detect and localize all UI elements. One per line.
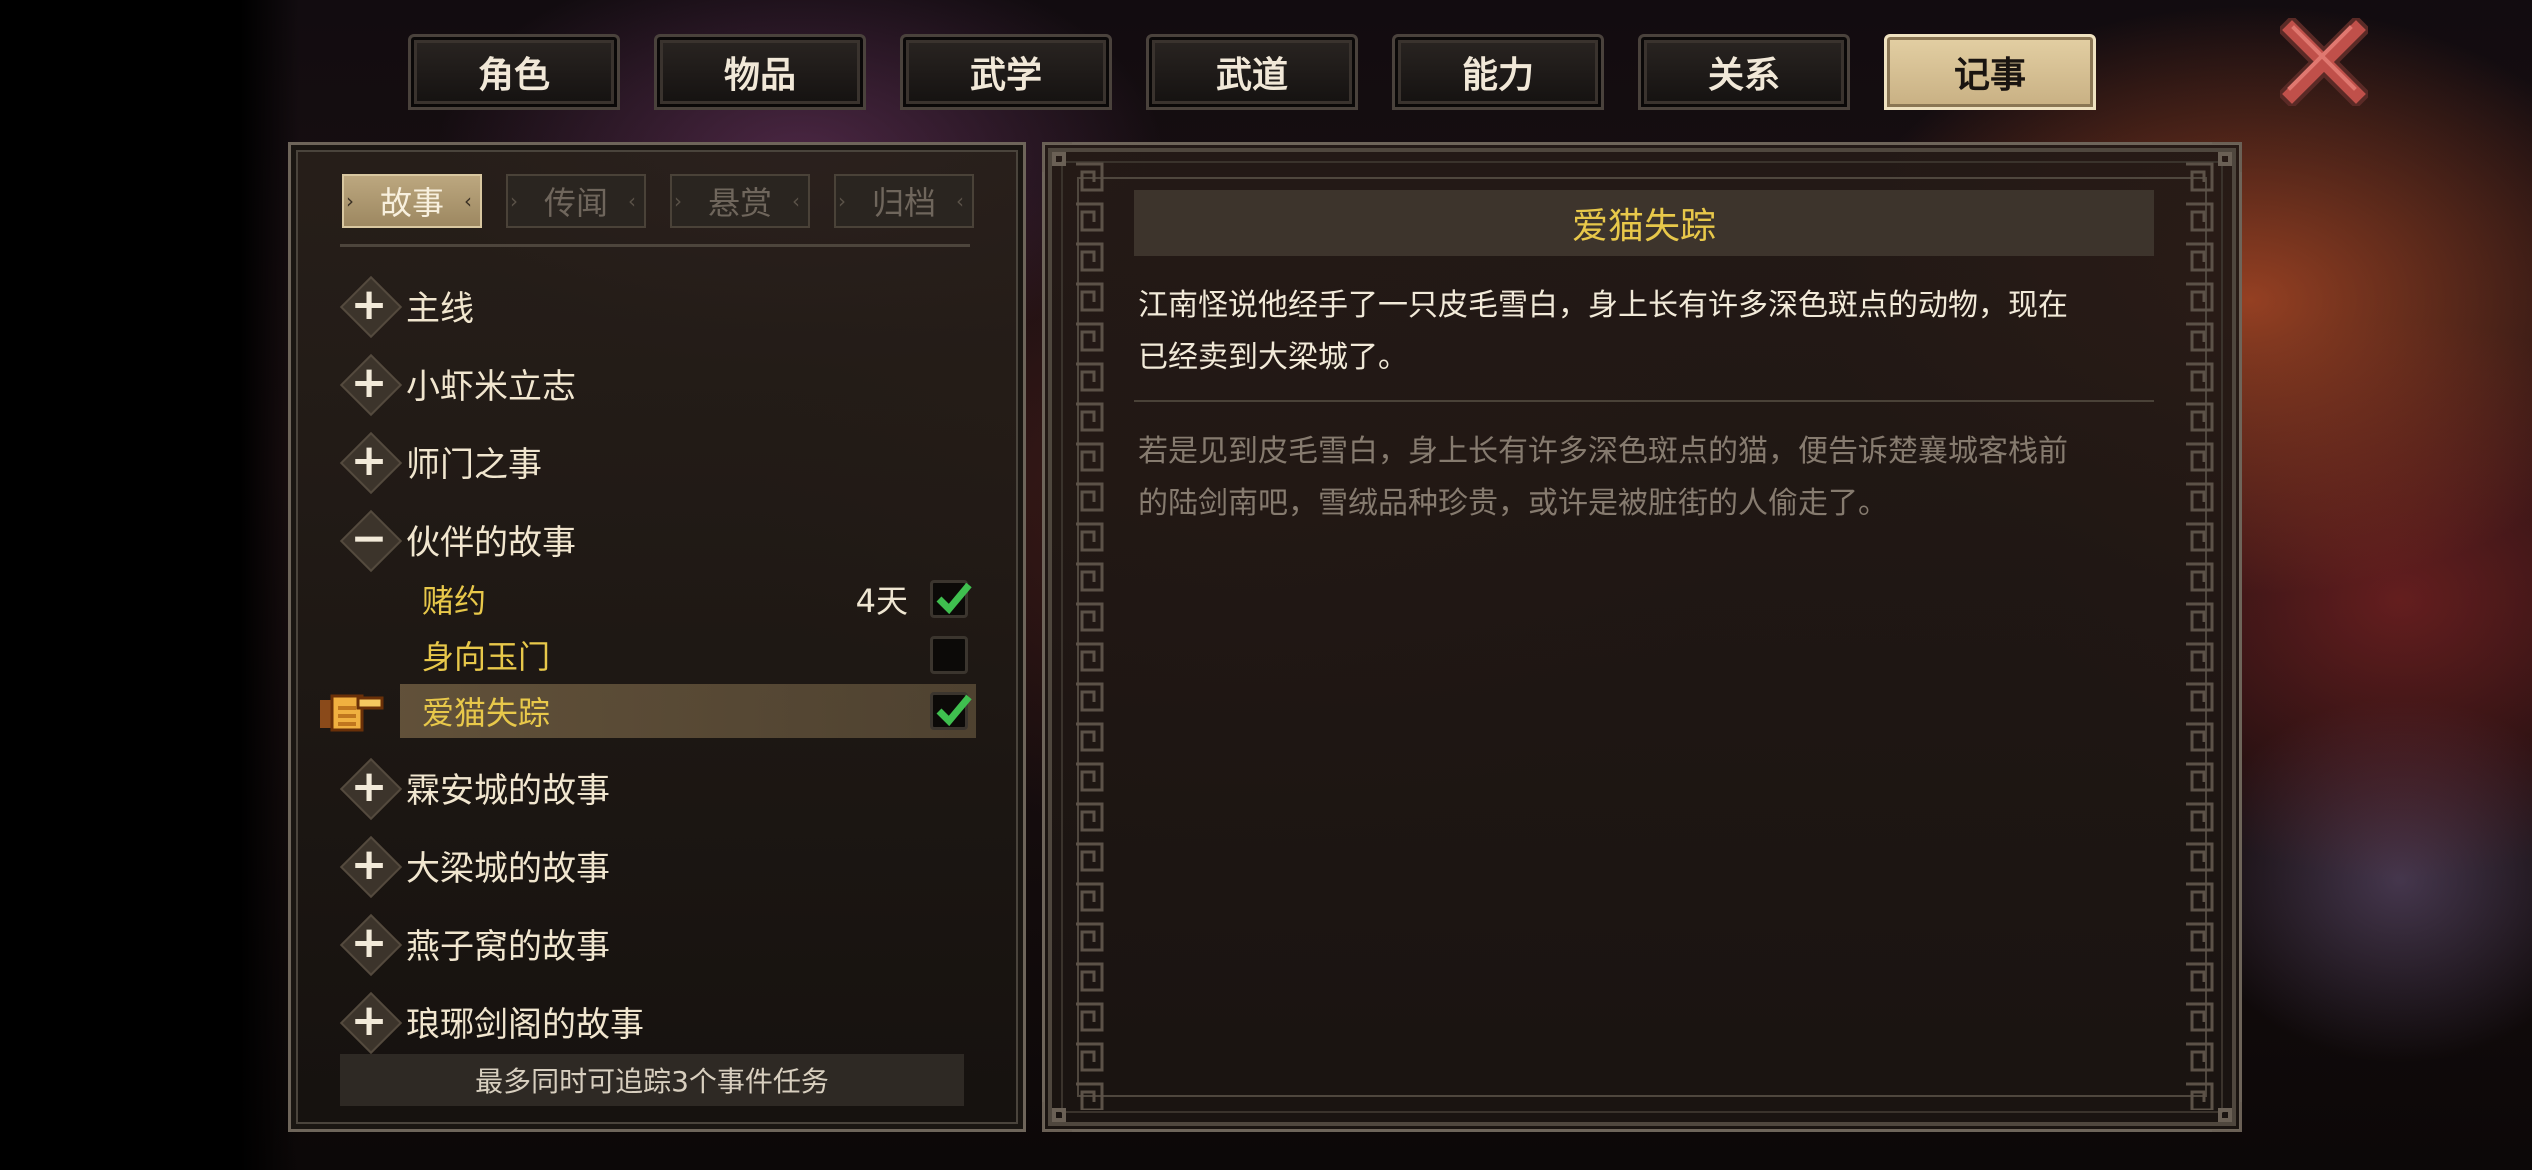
tab-abilities[interactable]: 能力 <box>1392 34 1604 110</box>
expand-icon[interactable]: + <box>339 991 403 1055</box>
check-icon <box>936 694 972 727</box>
arrow-right-icon: ‹ <box>628 189 636 213</box>
quest-item[interactable]: 身向玉门 <box>400 628 976 682</box>
arrow-right-icon: ‹ <box>956 189 964 213</box>
track-checkbox[interactable] <box>930 692 972 730</box>
quest-title: 爱猫失踪 <box>1134 190 2154 256</box>
tab-character[interactable]: 角色 <box>408 34 620 110</box>
category-label: 霖安城的故事 <box>406 770 610 811</box>
tab-journal[interactable]: 记事 <box>1884 34 2096 110</box>
subtab-stories-label: 故事 <box>379 184 444 222</box>
arrow-left-icon: › <box>346 189 354 213</box>
expand-icon[interactable]: + <box>339 353 403 417</box>
quest-description-line: 已经卖到大梁城了。 <box>1138 340 1408 375</box>
expand-icon[interactable]: + <box>339 275 403 339</box>
quest-label: 赌约 <box>422 582 487 620</box>
arrow-left-icon: › <box>510 189 518 213</box>
quest-item-selected[interactable]: 爱猫失踪 <box>400 684 976 738</box>
arrow-right-icon: ‹ <box>464 189 472 213</box>
subtab-rumors-label: 传闻 <box>543 184 608 222</box>
subtab-stories[interactable]: › 故事 ‹ <box>342 174 482 228</box>
tab-martial-way[interactable]: 武道 <box>1146 34 1358 110</box>
quest-hint-line: 的陆剑南吧，雪绒品种珍贵，或许是被脏街的人偷走了。 <box>1138 486 1888 521</box>
category-linan[interactable]: + 霖安城的故事 <box>339 752 610 822</box>
quest-hint-line: 若是见到皮毛雪白，身上长有许多深色斑点的猫，便告诉楚襄城客栈前 <box>1138 434 2068 469</box>
quest-days: 4天 <box>855 582 908 620</box>
expand-icon[interactable]: + <box>339 431 403 495</box>
arrow-left-icon: › <box>838 189 846 213</box>
subtab-rumors[interactable]: › 传闻 ‹ <box>506 174 646 228</box>
category-label: 小虾米立志 <box>406 366 576 407</box>
divider <box>340 244 970 247</box>
category-label: 主线 <box>406 288 474 329</box>
collapse-icon[interactable]: − <box>339 509 403 573</box>
subtab-bounties[interactable]: › 悬赏 ‹ <box>670 174 810 228</box>
tab-relations[interactable]: 关系 <box>1638 34 1850 110</box>
track-checkbox[interactable] <box>930 636 968 674</box>
expand-icon[interactable]: + <box>339 757 403 821</box>
quest-description-line: 江南怪说他经手了一只皮毛雪白，身上长有许多深色斑点的动物，现在 <box>1138 288 2068 323</box>
tracking-limit-note: 最多同时可追踪3个事件任务 <box>340 1054 964 1106</box>
quest-item[interactable]: 赌约 4天 <box>400 572 976 626</box>
category-companions[interactable]: − 伙伴的故事 <box>339 504 576 574</box>
divider <box>1134 400 2154 402</box>
category-daliang[interactable]: + 大梁城的故事 <box>339 830 610 900</box>
category-label: 大梁城的故事 <box>406 848 610 889</box>
arrow-right-icon: ‹ <box>792 189 800 213</box>
track-checkbox[interactable] <box>930 580 972 618</box>
expand-icon[interactable]: + <box>339 913 403 977</box>
category-main-story[interactable]: + 主线 <box>339 270 474 340</box>
close-icon[interactable] <box>2280 18 2368 106</box>
category-label: 燕子窝的故事 <box>406 926 610 967</box>
pointing-hand-icon <box>320 694 384 732</box>
category-label: 师门之事 <box>406 444 542 485</box>
subtab-archive[interactable]: › 归档 ‹ <box>834 174 974 228</box>
subtab-archive-label: 归档 <box>871 184 936 222</box>
category-yanziwo[interactable]: + 燕子窝的故事 <box>339 908 610 978</box>
tab-items[interactable]: 物品 <box>654 34 866 110</box>
quest-hint: 若是见到皮毛雪白，身上长有许多深色斑点的猫，便告诉楚襄城客栈前 的陆剑南吧，雪绒… <box>1138 426 2148 530</box>
fret-border-left <box>1072 160 1106 1110</box>
category-label: 琅琊剑阁的故事 <box>406 1004 644 1045</box>
category-label: 伙伴的故事 <box>406 522 576 563</box>
category-xiaoxiami[interactable]: + 小虾米立志 <box>339 348 576 418</box>
quest-label: 身向玉门 <box>422 638 551 676</box>
quest-label: 爱猫失踪 <box>422 694 551 732</box>
background-shade <box>0 0 300 1170</box>
arrow-left-icon: › <box>674 189 682 213</box>
category-sect[interactable]: + 师门之事 <box>339 426 542 496</box>
quest-description: 江南怪说他经手了一只皮毛雪白，身上长有许多深色斑点的动物，现在 已经卖到大梁城了… <box>1138 280 2148 384</box>
check-icon <box>936 582 972 615</box>
fret-border-right <box>2182 160 2216 1110</box>
expand-icon[interactable]: + <box>339 835 403 899</box>
subtab-bounties-label: 悬赏 <box>707 184 772 222</box>
tab-martial-arts[interactable]: 武学 <box>900 34 1112 110</box>
category-langya[interactable]: + 琅琊剑阁的故事 <box>339 986 644 1056</box>
